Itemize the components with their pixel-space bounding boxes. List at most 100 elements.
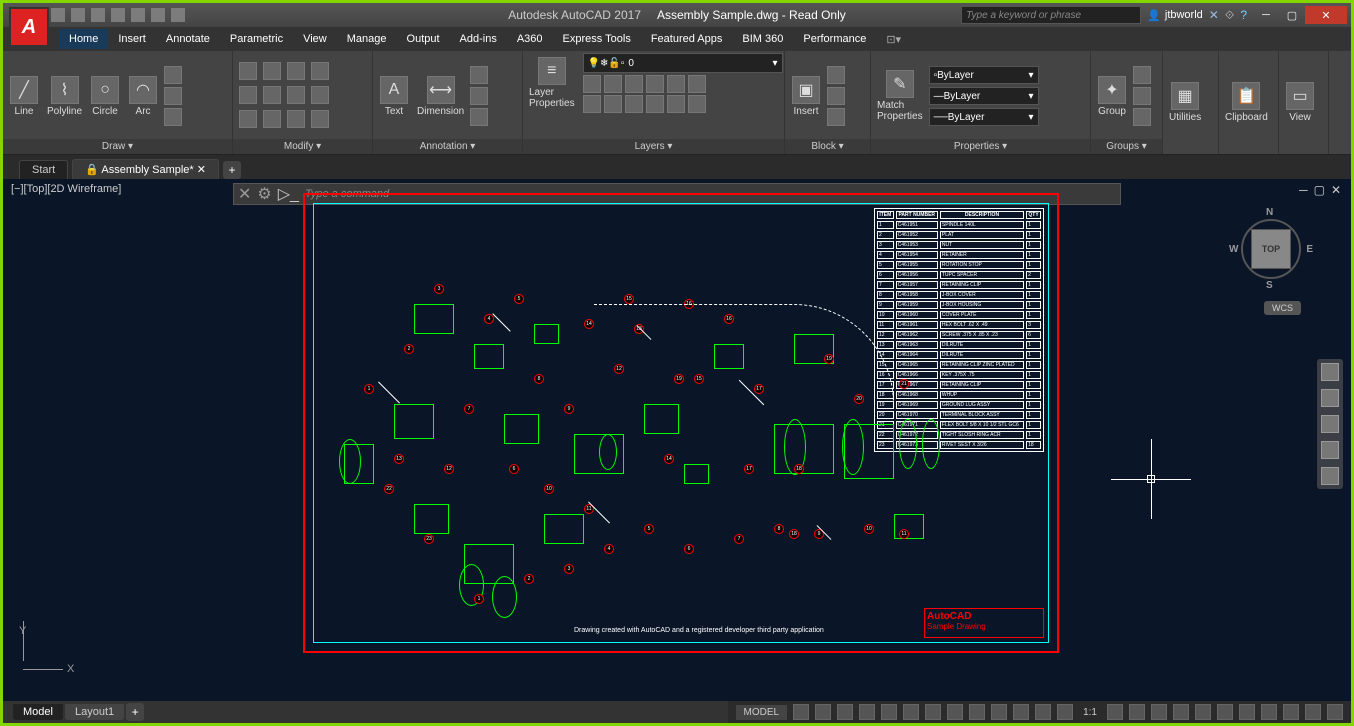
edit-attr-icon[interactable] xyxy=(827,108,845,126)
linetype-dropdown[interactable]: ── ByLayer▾ xyxy=(929,108,1039,126)
filetab-start[interactable]: Start xyxy=(19,160,68,179)
search-input[interactable]: Type a keyword or phrase xyxy=(961,6,1141,24)
panel-modify[interactable]: Modify ▾ xyxy=(233,139,372,154)
insert-button[interactable]: ▣Insert xyxy=(789,74,823,119)
filetab-active[interactable]: 🔒 Assembly Sample* ✕ xyxy=(72,159,219,179)
mirror-icon[interactable] xyxy=(263,86,281,104)
array-icon[interactable] xyxy=(287,110,305,128)
copy-icon[interactable] xyxy=(239,86,257,104)
panel-groups[interactable]: Groups ▾ xyxy=(1091,139,1162,154)
layer-thaw-icon[interactable] xyxy=(583,95,601,113)
panel-draw[interactable]: Draw ▾ xyxy=(3,139,232,154)
drawing-canvas[interactable]: [−][Top][2D Wireframe] ─▢✕ ITEMPART NUMB… xyxy=(3,179,1351,701)
anno-vis-icon[interactable] xyxy=(1107,704,1123,720)
tab-express[interactable]: Express Tools xyxy=(553,29,641,49)
tab-featured[interactable]: Featured Apps xyxy=(641,29,733,49)
view-button[interactable]: ▭View xyxy=(1283,80,1317,125)
tab-annotate[interactable]: Annotate xyxy=(156,29,220,49)
layer-match-icon[interactable] xyxy=(646,75,664,93)
close-button[interactable]: ✕ xyxy=(1305,6,1347,24)
scale-icon[interactable] xyxy=(263,110,281,128)
lwt-icon[interactable] xyxy=(1013,704,1029,720)
anno-auto-icon[interactable] xyxy=(1129,704,1145,720)
create-block-icon[interactable] xyxy=(827,66,845,84)
otrack-icon[interactable] xyxy=(991,704,1007,720)
group-button[interactable]: ✦Group xyxy=(1095,74,1129,119)
zoom-icon[interactable] xyxy=(1321,415,1339,433)
isoplane-icon[interactable] xyxy=(925,704,941,720)
leader-icon[interactable] xyxy=(470,66,488,84)
dynamic-icon[interactable] xyxy=(859,704,875,720)
edit-block-icon[interactable] xyxy=(827,87,845,105)
layer-properties-button[interactable]: ≡Layer Properties xyxy=(527,55,577,111)
wcs-badge[interactable]: WCS xyxy=(1264,301,1301,315)
rectangle-icon[interactable] xyxy=(164,66,182,84)
tab-bim360[interactable]: BIM 360 xyxy=(732,29,793,49)
arc-button[interactable]: ◠Arc xyxy=(126,74,160,119)
vp-max-icon[interactable]: ▢ xyxy=(1314,183,1325,197)
polyline-button[interactable]: ⌇Polyline xyxy=(45,74,84,119)
layer-state-icon[interactable] xyxy=(646,95,664,113)
transparency-icon[interactable] xyxy=(1035,704,1051,720)
infer-icon[interactable] xyxy=(837,704,853,720)
grid-icon[interactable] xyxy=(793,704,809,720)
color-dropdown[interactable]: ▫ ByLayer▾ xyxy=(929,66,1039,84)
hwaccel-icon[interactable] xyxy=(1283,704,1299,720)
layout-model[interactable]: Model xyxy=(13,704,63,720)
line-button[interactable]: ╱Line xyxy=(7,74,41,119)
app-logo[interactable]: A xyxy=(9,7,49,47)
workspace-icon[interactable] xyxy=(1151,704,1167,720)
tab-output[interactable]: Output xyxy=(397,29,450,49)
tab-manage[interactable]: Manage xyxy=(337,29,397,49)
explode-icon[interactable] xyxy=(311,86,329,104)
orbit-icon[interactable] xyxy=(1321,441,1339,459)
panel-annotation[interactable]: Annotation ▾ xyxy=(373,139,522,154)
osnap-icon[interactable] xyxy=(947,704,963,720)
erase-icon[interactable] xyxy=(311,62,329,80)
fullnav-icon[interactable] xyxy=(1321,363,1339,381)
ungroup-icon[interactable] xyxy=(1133,66,1151,84)
dimension-button[interactable]: ⟷Dimension xyxy=(415,74,466,119)
layer-walk-icon[interactable] xyxy=(667,95,685,113)
isolate-icon[interactable] xyxy=(1261,704,1277,720)
lineweight-dropdown[interactable]: — ByLayer▾ xyxy=(929,87,1039,105)
layer-mcur-icon[interactable] xyxy=(688,95,706,113)
viewport-label[interactable]: [−][Top][2D Wireframe] xyxy=(11,183,121,195)
help-icon[interactable]: ? xyxy=(1240,8,1247,22)
fillet-icon[interactable] xyxy=(287,86,305,104)
layer-lock-icon[interactable] xyxy=(625,75,643,93)
user-chip[interactable]: 👤 jtbworld xyxy=(1147,9,1203,22)
tab-view[interactable]: View xyxy=(293,29,337,49)
cmd-close-icon[interactable]: ✕ xyxy=(238,184,251,204)
layer-unlock-icon[interactable] xyxy=(604,95,622,113)
maximize-button[interactable]: ▢ xyxy=(1279,6,1305,24)
tab-addins[interactable]: Add-ins xyxy=(450,29,507,49)
tab-parametric[interactable]: Parametric xyxy=(220,29,293,49)
utilities-button[interactable]: ▦Utilities xyxy=(1167,80,1203,125)
vp-close-icon[interactable]: ✕ xyxy=(1331,183,1341,197)
vp-min-icon[interactable]: ─ xyxy=(1299,183,1308,197)
table-icon[interactable] xyxy=(470,87,488,105)
layer-prev-icon[interactable] xyxy=(688,75,706,93)
cmd-custom-icon[interactable]: ⚙ xyxy=(257,184,271,204)
clipboard-button[interactable]: 📋Clipboard xyxy=(1223,80,1270,125)
ribbon-min-icon[interactable]: ⊡▾ xyxy=(886,33,901,46)
qat-new-icon[interactable] xyxy=(51,8,65,22)
tab-home[interactable]: Home xyxy=(59,29,108,49)
qat-undo-icon[interactable] xyxy=(151,8,165,22)
panel-properties[interactable]: Properties ▾ xyxy=(871,139,1090,154)
qat-open-icon[interactable] xyxy=(71,8,85,22)
panel-block[interactable]: Block ▾ xyxy=(785,139,870,154)
showmotion-icon[interactable] xyxy=(1321,467,1339,485)
layer-dropdown[interactable]: 💡❄🔓▫ 0▾ xyxy=(583,53,783,73)
filetab-add-button[interactable]: + xyxy=(223,161,241,179)
layout-layout1[interactable]: Layout1 xyxy=(65,704,124,720)
customize-icon[interactable] xyxy=(1327,704,1343,720)
hatch-icon[interactable] xyxy=(164,87,182,105)
snap-icon[interactable] xyxy=(815,704,831,720)
tab-performance[interactable]: Performance xyxy=(793,29,876,49)
ortho-icon[interactable] xyxy=(881,704,897,720)
group-sel-icon[interactable] xyxy=(1133,108,1151,126)
move-icon[interactable] xyxy=(239,62,257,80)
qat-saveas-icon[interactable] xyxy=(111,8,125,22)
